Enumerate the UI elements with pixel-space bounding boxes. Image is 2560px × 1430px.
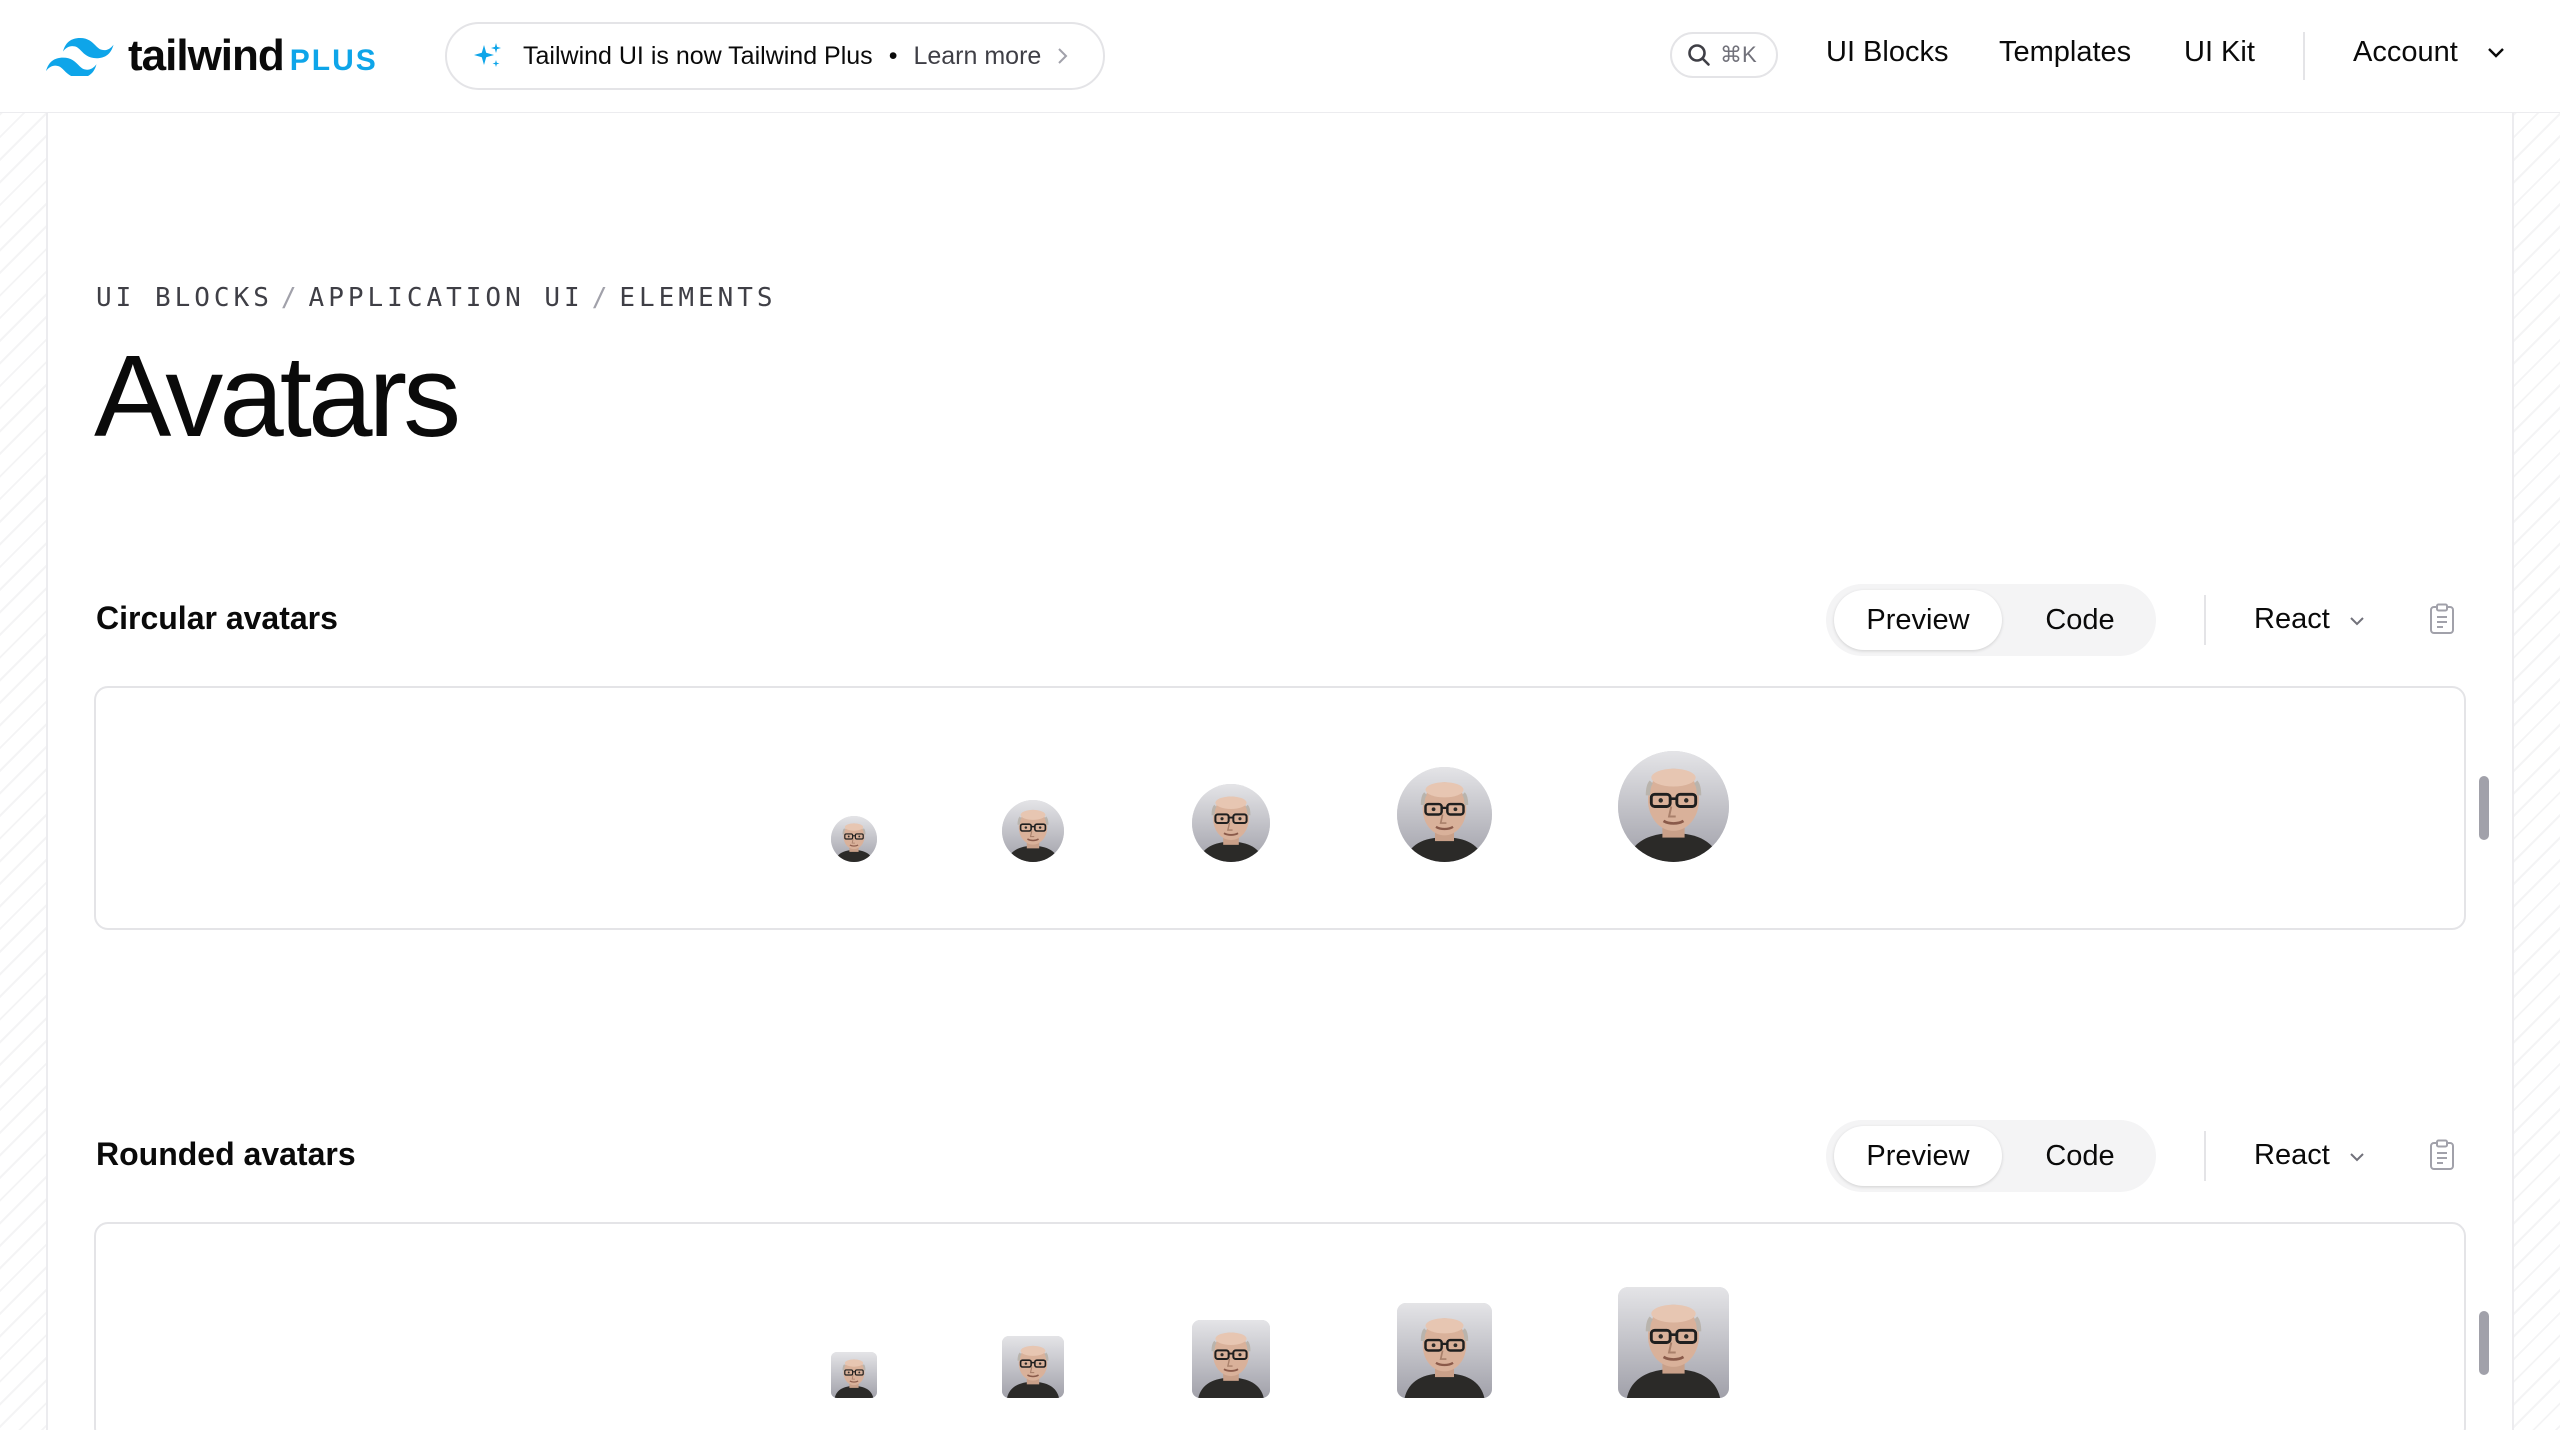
person-photo-icon <box>1397 767 1492 862</box>
breadcrumb: UI BLOCKS / APPLICATION UI / ELEMENTS <box>96 283 777 313</box>
avatar-xs <box>831 816 877 862</box>
preview-scrollbar[interactable] <box>2479 1311 2489 1375</box>
avatar-xl <box>1618 1287 1729 1398</box>
top-navigation: tailwind PLUS Tailwind UI is now Tailwin… <box>0 0 2560 113</box>
search-icon <box>1688 44 1710 66</box>
preview-panel-rounded <box>94 1222 2466 1430</box>
chevron-down-icon[interactable] <box>2348 615 2366 627</box>
tab-preview[interactable]: Preview <box>1834 590 2002 650</box>
person-photo-icon <box>1618 751 1729 862</box>
preview-scrollbar[interactable] <box>2479 776 2489 840</box>
preview-panel-circular <box>94 686 2466 930</box>
sparkles-icon <box>474 43 501 67</box>
nav-link-ui-blocks[interactable]: UI Blocks <box>1826 36 1948 69</box>
brand-word: tailwind <box>128 31 285 80</box>
person-photo-icon <box>1192 1320 1270 1398</box>
chevron-down-icon[interactable] <box>2348 1151 2366 1163</box>
clipboard-icon[interactable] <box>2428 603 2456 635</box>
view-toggle: Preview Code <box>1826 1120 2156 1192</box>
brand-suffix: PLUS <box>289 44 378 77</box>
tab-preview[interactable]: Preview <box>1834 1126 2002 1186</box>
tab-code[interactable]: Code <box>2012 1126 2148 1186</box>
section-title-circular: Circular avatars <box>96 600 338 636</box>
person-photo-icon <box>1192 784 1270 862</box>
breadcrumb-separator: / <box>591 283 612 313</box>
announcement-separator: • <box>888 41 898 70</box>
section-title-rounded: Rounded avatars <box>96 1136 356 1172</box>
chevron-right-icon <box>1058 48 1068 64</box>
avatar-xs <box>831 1352 877 1398</box>
person-photo-icon <box>1397 1303 1492 1398</box>
search-button[interactable]: ⌘K <box>1670 32 1778 78</box>
toolbar-divider <box>2204 1131 2206 1181</box>
chevron-down-icon[interactable] <box>2486 46 2506 60</box>
nav-link-templates[interactable]: Templates <box>1999 36 2131 69</box>
toolbar-divider <box>2204 595 2206 645</box>
person-photo-icon <box>831 816 877 862</box>
framework-select[interactable]: React <box>2254 603 2330 636</box>
tailwind-plus-logo[interactable]: tailwind PLUS <box>46 30 378 82</box>
learn-more-link[interactable]: Learn more <box>913 42 1041 71</box>
avatar-sm <box>1002 1336 1064 1398</box>
person-photo-icon <box>1002 1336 1064 1398</box>
tailwind-logo-icon <box>46 38 114 76</box>
breadcrumb-item-ui-blocks[interactable]: UI BLOCKS <box>96 283 273 313</box>
nav-divider <box>2303 32 2305 80</box>
avatar-md <box>1192 784 1270 862</box>
clipboard-icon[interactable] <box>2428 1139 2456 1171</box>
nav-link-ui-kit[interactable]: UI Kit <box>2184 36 2255 69</box>
breadcrumb-item-elements[interactable]: ELEMENTS <box>619 283 776 313</box>
page-title: Avatars <box>94 331 461 461</box>
left-gutter <box>0 113 48 1430</box>
breadcrumb-separator: / <box>280 283 301 313</box>
avatar-xl <box>1618 751 1729 862</box>
framework-select[interactable]: React <box>2254 1139 2330 1172</box>
person-photo-icon <box>1618 1287 1729 1398</box>
view-toggle: Preview Code <box>1826 584 2156 656</box>
avatar-md <box>1192 1320 1270 1398</box>
tab-code[interactable]: Code <box>2012 590 2148 650</box>
person-photo-icon <box>1002 800 1064 862</box>
avatar-lg <box>1397 1303 1492 1398</box>
person-photo-icon <box>831 1352 877 1398</box>
announcement-pill[interactable]: Tailwind UI is now Tailwind Plus • Learn… <box>445 22 1105 90</box>
avatar-sm <box>1002 800 1064 862</box>
announcement-message: Tailwind UI is now Tailwind Plus <box>523 41 873 70</box>
avatar-lg <box>1397 767 1492 862</box>
right-gutter <box>2512 113 2560 1430</box>
breadcrumb-item-application-ui[interactable]: APPLICATION UI <box>309 283 584 313</box>
account-menu-button[interactable]: Account <box>2353 36 2458 69</box>
search-shortcut: ⌘K <box>1720 42 1757 67</box>
